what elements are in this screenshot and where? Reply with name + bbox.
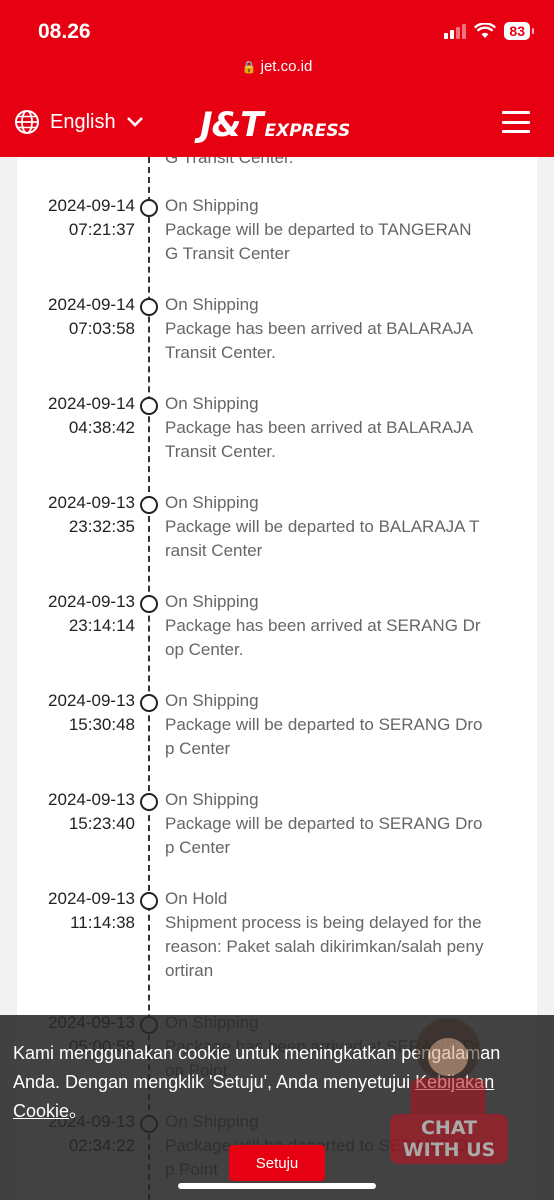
entry-datetime: 2024-09-13 23:14:14: [17, 590, 135, 638]
entry-description-line: p Center: [165, 838, 231, 857]
entry-description-line: Transit Center.: [165, 343, 276, 362]
entry-status: On Shipping: [165, 592, 259, 611]
entry-datetime: 2024-09-14 07:03:58: [17, 293, 135, 341]
entry-description-line: Package has been arrived at SERANG Dr: [165, 616, 481, 635]
entry-datetime: 2024-09-13 15:30:48: [17, 689, 135, 737]
entry-date: 2024-09-13: [48, 592, 135, 611]
entry-datetime: 2024-09-14 04:38:42: [17, 392, 135, 440]
home-indicator: [178, 1183, 376, 1189]
wifi-icon: [474, 23, 497, 38]
entry-description-line: Package has been arrived at BALARAJA: [165, 418, 474, 437]
chat-with-us-widget[interactable]: CHAT WITH US: [388, 1010, 510, 1170]
entry-date: 2024-09-13: [48, 889, 135, 908]
entry-status: On Shipping: [165, 196, 259, 215]
url-bar[interactable]: 🔒 jet.co.id: [0, 58, 554, 75]
entry-description-line: p Center: [165, 739, 231, 758]
entry-status: On Shipping: [165, 790, 259, 809]
timeline-dot-icon: [140, 892, 158, 910]
entry-date: 2024-09-14: [48, 394, 135, 413]
entry-datetime: 2024-09-14 07:21:37: [17, 194, 135, 242]
url-text: jet.co.id: [260, 58, 313, 75]
chat-badge: CHAT WITH US: [390, 1114, 508, 1164]
globe-icon: [15, 110, 39, 134]
entry-description-line: Shipment process is being delayed for th…: [165, 913, 482, 932]
timeline-dot-icon: [140, 793, 158, 811]
logo-sub-text: EXPRESS: [264, 121, 351, 141]
lock-icon: 🔒: [241, 60, 257, 74]
entry-time: 15:30:48: [68, 715, 135, 734]
top-nav: English J&T EXPRESS: [0, 103, 554, 145]
entry-status: On Shipping: [165, 493, 259, 512]
cellular-signal-icon: [444, 23, 467, 39]
timeline-dot-icon: [140, 397, 158, 415]
entry-info: On Shipping Package will be departed to B…: [165, 491, 525, 563]
timeline-dot-icon: [140, 298, 158, 316]
entry-description-line: op Center.: [165, 640, 244, 659]
entry-info: On Hold Shipment process is being delayed…: [165, 887, 525, 983]
entry-description-line: Package will be departed to BALARAJA T: [165, 517, 480, 536]
entry-date: 2024-09-14: [48, 295, 135, 314]
status-time: 08.26: [38, 20, 91, 43]
entry-info: On Shipping Package has been arrived at S…: [165, 590, 525, 662]
entry-description-line: Transit Center.: [165, 442, 276, 461]
timeline-dot-icon: [140, 595, 158, 613]
entry-time: 07:03:58: [68, 319, 135, 338]
entry-description-line: G Transit Center: [165, 244, 290, 263]
language-label: English: [50, 110, 116, 133]
entry-info: On Shipping Package has been arrived at B…: [165, 293, 525, 365]
entry-description-line: ortiran: [165, 961, 214, 980]
entry-date: 2024-09-13: [48, 790, 135, 809]
cookie-message-end: 。: [69, 1101, 88, 1121]
entry-description-line: Package will be departed to SERANG Dro: [165, 715, 483, 734]
entry-datetime: 2024-09-13 23:32:35: [17, 491, 135, 539]
status-icons: 83: [444, 22, 534, 40]
chat-line-1: CHAT: [420, 1117, 478, 1139]
entry-date: 2024-09-14: [48, 196, 135, 215]
entry-info: On Shipping Package will be departed to T…: [165, 194, 525, 266]
jt-express-logo[interactable]: J&T EXPRESS: [200, 105, 350, 145]
battery-indicator: 83: [504, 22, 534, 40]
chat-line-2: WITH US: [402, 1139, 496, 1161]
entry-description-line: Package has been arrived at BALARAJA: [165, 319, 474, 338]
entry-status: On Hold: [165, 889, 228, 908]
entry-info: On Shipping Package will be departed to S…: [165, 689, 525, 761]
chevron-down-icon: [126, 117, 143, 127]
entry-date: 2024-09-13: [48, 493, 135, 512]
entry-description-line: ransit Center: [165, 541, 263, 560]
entry-time: 23:14:14: [68, 616, 135, 635]
entry-time: 07:21:37: [68, 220, 135, 239]
timeline-dot-icon: [140, 496, 158, 514]
timeline-dot-icon: [140, 199, 158, 217]
partial-entry-text: G Transit Center.: [165, 157, 294, 167]
site-header: 08.26 83 🔒 jet.co.id English J&T EXPRESS: [0, 0, 554, 157]
entry-description-line: Package will be departed to TANGERAN: [165, 220, 472, 239]
hamburger-menu-icon[interactable]: [502, 111, 530, 133]
entry-info: On Shipping Package will be departed to S…: [165, 788, 525, 860]
entry-info: On Shipping Package has been arrived at B…: [165, 392, 525, 464]
timeline-dot-icon: [140, 694, 158, 712]
entry-datetime: 2024-09-13 11:14:38: [17, 887, 135, 935]
entry-description-line: reason: Paket salah dikirimkan/salah pen…: [165, 937, 484, 956]
entry-time: 04:38:42: [68, 418, 135, 437]
entry-status: On Shipping: [165, 295, 259, 314]
entry-status: On Shipping: [165, 691, 259, 710]
entry-description-line: Package will be departed to SERANG Dro: [165, 814, 483, 833]
entry-datetime: 2024-09-13 15:23:40: [17, 788, 135, 836]
entry-time: 23:32:35: [68, 517, 135, 536]
logo-main-text: J&T: [200, 105, 263, 145]
entry-time: 15:23:40: [68, 814, 135, 833]
agree-button[interactable]: Setuju: [229, 1145, 325, 1181]
entry-status: On Shipping: [165, 394, 259, 413]
entry-time: 11:14:38: [70, 913, 135, 932]
language-selector[interactable]: English: [14, 109, 144, 135]
entry-date: 2024-09-13: [48, 691, 135, 710]
